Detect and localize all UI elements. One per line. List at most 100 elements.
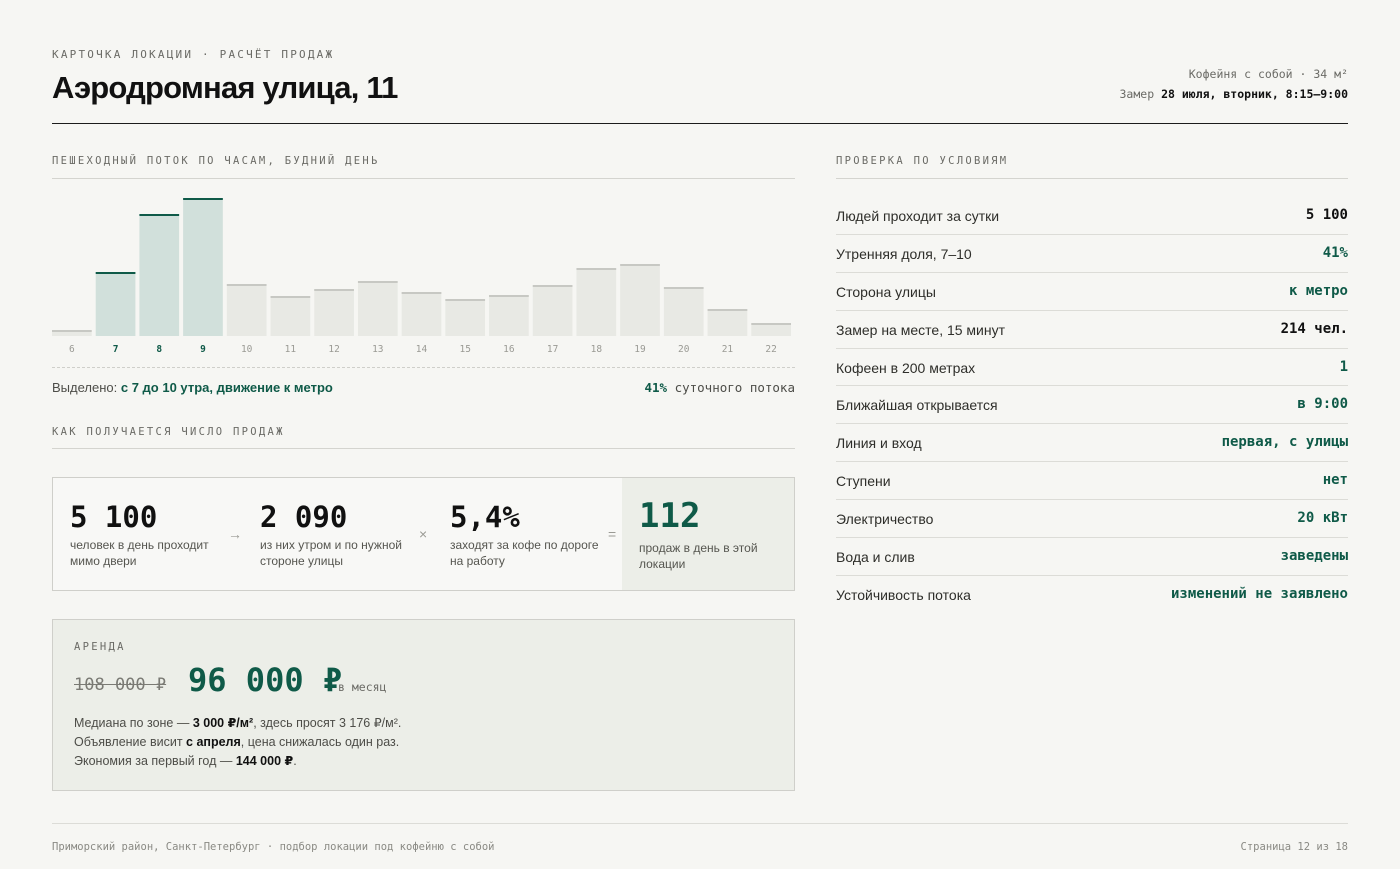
tick-label-15: 15 [459,344,470,355]
format-meta: Кофейня с собой · 34 м² [1188,67,1348,81]
flow-section-rule [52,178,795,179]
list-item: Ближайшая открывается в 9:00 [836,386,1348,425]
highlight-prefix: Выделено: [52,380,118,395]
bar-cap-9 [183,198,223,200]
tick-label-13: 13 [372,344,383,355]
bar-13 [357,281,398,336]
hourly-flow-chart: 6 7 8 9 10 11 12 13 14 15 16 17 18 19 20 21 22 [52,198,791,355]
step-value: 5,4% [450,500,520,534]
median-price: 3 000 ₽/м² [192,716,254,730]
tick-label-19: 19 [634,344,646,355]
bar-cap-6 [52,330,92,332]
bar-18 [576,268,617,336]
conditions-list: Людей проходит за сутки 5 100 Утренняя до… [836,197,1348,614]
condition-value: первая, с улицы [1221,434,1348,451]
chart-baseline-dashed [52,367,795,368]
tick-label-16: 16 [503,344,515,355]
condition-value: изменений не заявлено [1170,585,1348,602]
share-value: 41% [644,380,668,395]
condition-label: Замер на месте, 15 минут [836,321,1006,338]
share-text: суточного потока [674,380,795,395]
tick-label-11: 11 [285,344,297,355]
condition-value: к метро [1288,282,1348,299]
highlight-note: Выделено: с 7 до 10 утра, движение к мет… [52,380,333,395]
tick-label-10: 10 [241,344,253,355]
list-item: Вода и слив заведены [836,538,1348,576]
rent-line: Медиана по зоне — 3 000 ₽/м², здесь прос… [74,714,401,733]
step-desc: из них утром и по нужной стороне улицы [260,538,402,568]
condition-label: Вода и слив [836,549,915,566]
tick-label-6: 6 [69,344,75,355]
list-item: Людей проходит за сутки 5 100 [836,197,1348,235]
tick-label-20: 20 [678,344,690,355]
condition-label: Сторона улицы [836,283,936,300]
text: , здесь просят 3 176 ₽/м². [253,716,402,730]
footer-divider [52,823,1348,824]
condition-label: Ближайшая открывается [836,397,998,414]
result-desc: продаж в день в этой локации [639,541,758,571]
tick-label-9: 9 [200,344,206,355]
list-item: Кофеен в 200 метрах 1 [836,349,1348,387]
condition-label: Ступени [836,473,891,490]
bar-cap-13 [357,281,398,283]
bar-cap-10 [226,284,267,286]
sales-formula: 5 100 человек в день проходит мимо двери… [52,477,795,591]
formula-result: 112 продаж в день в этой локации [622,478,794,590]
text: . [293,754,297,768]
condition-label: Линия и вход [836,435,922,452]
rent-line: Экономия за первый год — 144 000 ₽. [74,752,401,771]
condition-value: 41% [1322,244,1348,261]
bar-10 [226,284,267,336]
result-value: 112 [639,496,701,536]
list-item: Утренняя доля, 7–10 41% [836,235,1348,273]
page-number: Страница 12 из 18 [1240,841,1348,853]
bar-cap-22 [751,323,791,325]
bar-cap-15 [445,299,486,301]
condition-value: 5 100 [1305,207,1348,223]
bar-cap-20 [663,287,704,289]
bar-16 [489,295,529,336]
tick-label-7: 7 [113,344,119,355]
tick-label-12: 12 [328,344,339,355]
bar-cap-8 [139,214,180,216]
rent-new-price: 96 000 ₽ [188,661,343,699]
step-desc: заходят за кофе по дороге на работу [450,538,599,568]
multiply-operator: × [419,526,428,542]
page-title: Аэродромная улица, 11 [52,70,398,105]
condition-value: заведены [1280,548,1348,565]
condition-label: Кофеен в 200 метрах [836,359,976,376]
measure-date: 28 июля, вторник, 8:15–9:00 [1161,87,1348,101]
bar-8 [139,214,180,336]
bar-7 [95,272,136,336]
bar-cap-17 [532,285,573,287]
condition-value: 214 чел. [1280,320,1348,337]
share-note: 41% суточного потока [644,380,795,395]
flow-section-label: ПЕШЕХОДНЫЙ ПОТОК ПО ЧАСАМ, БУДНИЙ ДЕНЬ [52,155,380,167]
list-item: Линия и вход первая, с улицы [836,424,1348,463]
measure-meta: Замер 28 июля, вторник, 8:15–9:00 [1120,87,1349,101]
rent-line: Объявление висит с апреля, цена снижалас… [74,733,401,752]
equals-operator: = [608,526,617,542]
bar-9 [183,198,223,336]
list-item: Устойчивость потока изменений не заявлено [836,576,1348,614]
rent-label: АРЕНДА [74,641,126,653]
tick-label-8: 8 [156,344,162,355]
bar-cap-12 [314,289,354,291]
list-item: Замер на месте, 15 минут 214 чел. [836,311,1348,349]
bar-cap-18 [576,268,617,270]
list-item: Сторона улицы к метро [836,273,1348,311]
measure-prefix: Замер [1119,87,1155,101]
checks-section-label: ПРОВЕРКА ПО УСЛОВИЯМ [836,155,1009,167]
bar-15 [445,299,486,336]
footer-source: Приморский район, Санкт-Петербург · подб… [52,841,495,853]
step-value: 5 100 [70,500,158,534]
bar-17 [532,285,573,336]
header-divider [52,123,1348,124]
bar-20 [663,287,704,336]
condition-label: Людей проходит за сутки [836,208,1000,224]
rent-period: в месяц [338,680,387,694]
listing-since: с апреля [186,735,241,749]
list-item: Электричество 20 кВт [836,500,1348,539]
bar-cap-21 [707,309,748,311]
condition-label: Электричество [836,511,934,528]
